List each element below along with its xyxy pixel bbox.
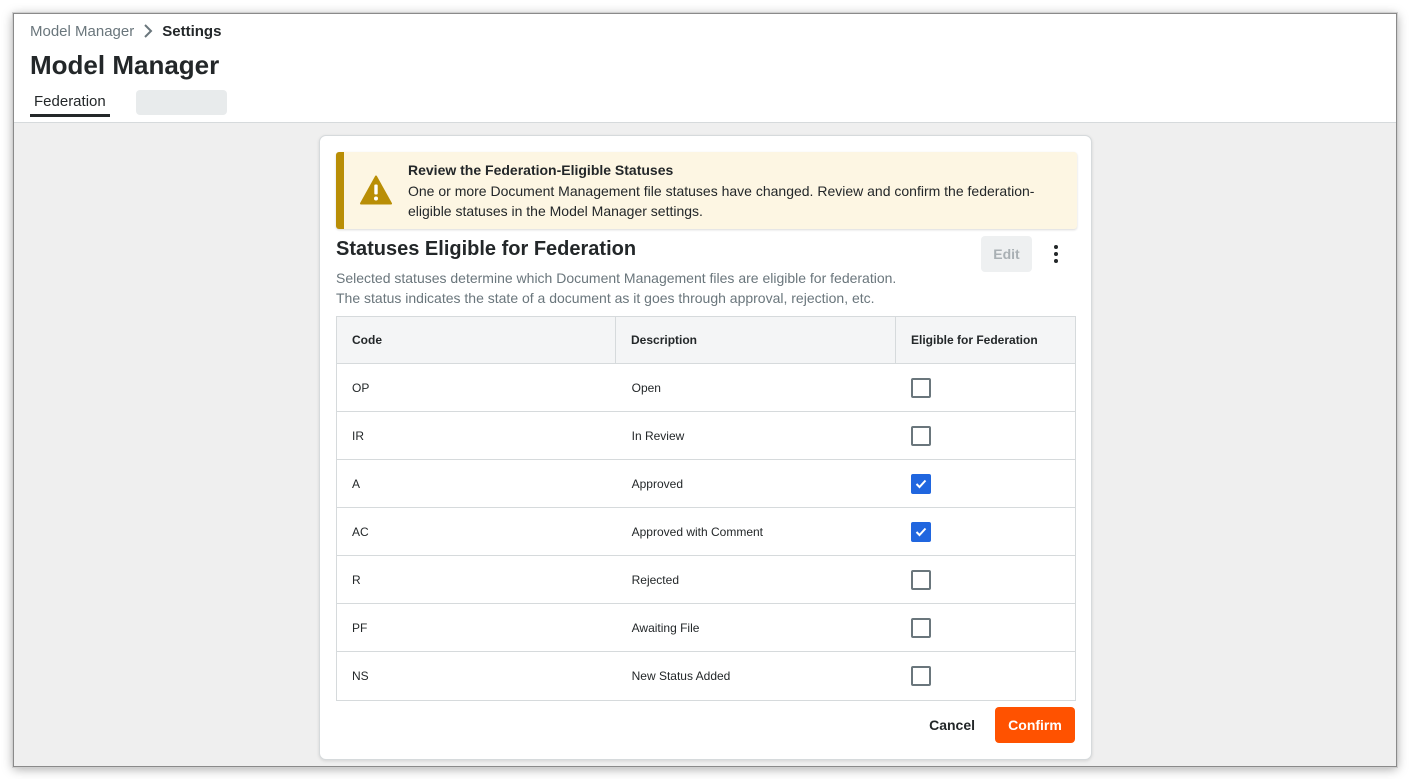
table-row: IR In Review (337, 412, 1075, 460)
cell-eligible (896, 604, 1075, 651)
eligible-checkbox[interactable] (911, 521, 932, 542)
edit-button[interactable]: Edit (981, 236, 1032, 272)
cell-eligible (896, 412, 1075, 459)
cell-eligible (896, 364, 1075, 411)
page-header: Model Manager Settings Model Manager Fed… (14, 14, 1396, 123)
tab-placeholder (135, 90, 227, 115)
table-row: PF Awaiting File (337, 604, 1075, 652)
cell-description: Approved (631, 476, 683, 491)
table-header: Code Description Eligible for Federation (337, 317, 1075, 364)
table-row: R Rejected (337, 556, 1075, 604)
cell-code: IR (352, 428, 364, 443)
cell-description: Awaiting File (631, 620, 700, 635)
column-header-eligible: Eligible for Federation (911, 333, 1038, 347)
chevron-right-icon (134, 21, 162, 41)
eligible-checkbox[interactable] (911, 425, 932, 446)
eligible-checkbox[interactable] (911, 473, 932, 494)
cell-code: NS (352, 669, 369, 683)
breadcrumb-model-manager[interactable]: Model Manager (30, 23, 134, 40)
breadcrumb-settings: Settings (162, 22, 222, 40)
cancel-button[interactable]: Cancel (913, 707, 991, 743)
cell-eligible (896, 556, 1075, 603)
cell-description: In Review (631, 428, 685, 443)
settings-card: Review the Federation-Eligible Statuses … (319, 135, 1092, 760)
table-row: OP Open (337, 364, 1075, 412)
cell-eligible (896, 508, 1075, 555)
banner-text: One or more Document Management file sta… (408, 183, 1035, 219)
page-title: Model Manager (30, 50, 220, 80)
cell-code: AC (352, 524, 369, 539)
table-row: A Approved (337, 460, 1075, 508)
eligible-checkbox[interactable] (911, 666, 932, 686)
column-header-description: Description (616, 317, 896, 363)
cell-eligible (896, 460, 1075, 507)
card-footer: Cancel Confirm (913, 707, 1075, 743)
cell-code: R (352, 572, 361, 587)
cell-code: PF (352, 620, 368, 635)
table-row: AC Approved with Comment (337, 508, 1075, 556)
column-header-code: Code (337, 317, 616, 363)
tab-federation[interactable]: Federation (30, 90, 110, 117)
section-description-line-2: The status indicates the state of a docu… (336, 290, 875, 306)
tab-bar: Federation (30, 90, 227, 117)
eligible-checkbox[interactable] (911, 617, 932, 638)
cell-description: Approved with Comment (631, 524, 764, 539)
cell-code: A (352, 476, 361, 491)
eligible-checkbox[interactable] (911, 569, 932, 590)
eligible-checkbox[interactable] (911, 377, 932, 398)
warning-banner: Review the Federation-Eligible Statuses … (336, 152, 1077, 229)
cell-description: New Status Added (631, 669, 731, 683)
section-description: Selected statuses determine which Docume… (336, 268, 896, 308)
confirm-button[interactable]: Confirm (995, 707, 1075, 743)
cell-eligible (896, 652, 1075, 700)
cell-description: Open (631, 380, 661, 395)
table-row: NS New Status Added (337, 652, 1075, 700)
banner-title: Review the Federation-Eligible Statuses (408, 162, 674, 178)
warning-icon (360, 175, 392, 205)
cell-description: Rejected (631, 572, 679, 587)
section-description-line-1: Selected statuses determine which Docume… (336, 270, 897, 286)
app-window: Model Manager Settings Model Manager Fed… (13, 13, 1397, 767)
section-title: Statuses Eligible for Federation (336, 238, 637, 260)
breadcrumb: Model Manager Settings (30, 21, 221, 41)
more-vertical-icon[interactable] (1046, 240, 1066, 268)
statuses-table: Code Description Eligible for Federation… (336, 316, 1076, 701)
cell-code: OP (352, 380, 370, 395)
